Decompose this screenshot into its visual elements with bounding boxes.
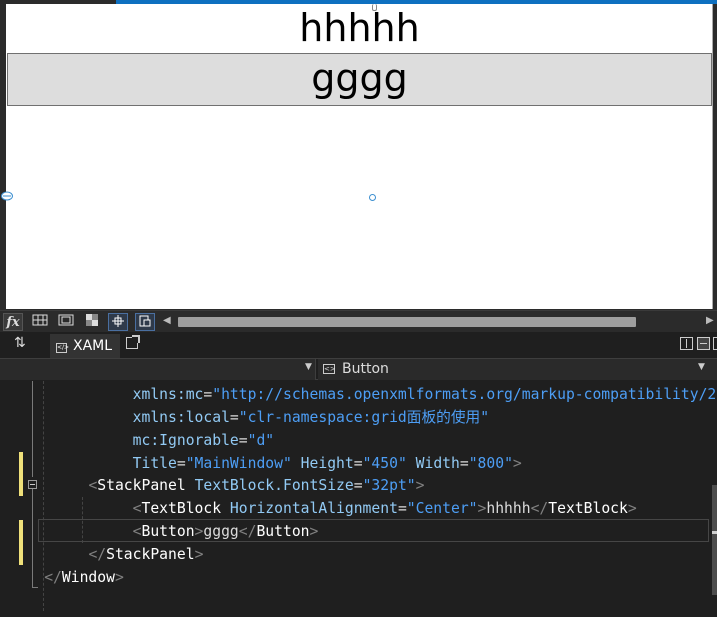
scroll-left-icon[interactable]: ◀ (163, 315, 171, 326)
member-dropdown-value: Button (342, 361, 389, 377)
navigation-bar: ▼ <> Button ▼ (0, 358, 717, 380)
rotate-handle-icon[interactable] (369, 194, 376, 201)
grid-icon[interactable] (30, 313, 50, 331)
code-line[interactable]: Title="MainWindow" Height="450" Width="8… (0, 452, 522, 475)
horizontal-split-icon[interactable] (697, 337, 710, 350)
chevron-down-icon: ▼ (698, 362, 705, 372)
code-line[interactable]: <TextBlock HorizontalAlignment="Center">… (0, 497, 637, 520)
collapse-pane-icon[interactable] (713, 337, 717, 350)
horizontal-scrollbar[interactable] (178, 317, 636, 327)
tab-xaml[interactable]: </> XAML (50, 334, 120, 358)
scroll-position-marker (712, 531, 717, 534)
member-dropdown[interactable]: <> Button (318, 359, 717, 380)
swap-panes-icon[interactable]: ⇅ (14, 335, 26, 351)
code-line[interactable]: xmlns:mc="http://schemas.openxmlformats.… (0, 383, 717, 406)
code-line[interactable]: <StackPanel TextBlock.FontSize="32pt"> (0, 474, 424, 497)
transparency-icon[interactable] (82, 313, 102, 331)
button-preview[interactable]: gggg (7, 53, 712, 106)
xaml-code-editor[interactable]: xmlns:mc="http://schemas.openxmlformats.… (0, 381, 717, 617)
window-canvas[interactable]: hhhhh gggg (6, 4, 713, 309)
popout-icon[interactable] (126, 335, 140, 349)
vertical-split-icon[interactable] (680, 337, 693, 350)
textblock-preview[interactable]: hhhhh (6, 4, 713, 53)
vertical-scrollbar[interactable] (712, 485, 717, 595)
chevron-down-icon: ▼ (305, 362, 312, 372)
artboard-icon[interactable] (56, 313, 76, 331)
adorner-handle-icon[interactable] (0, 191, 14, 201)
snap-to-snaplines-icon[interactable] (135, 313, 155, 331)
code-line[interactable]: xmlns:local="clr-namespace:grid面板的使用" (0, 406, 489, 429)
type-dropdown[interactable]: ▼ (0, 359, 316, 380)
code-line[interactable]: mc:Ignorable="d" (0, 429, 275, 452)
code-line[interactable]: <Button>gggg</Button> (0, 520, 319, 543)
designer-toolbar: fx ◀ ▶ (0, 310, 717, 332)
scroll-right-icon[interactable]: ▶ (706, 315, 714, 326)
snap-to-gridlines-icon[interactable] (108, 313, 128, 331)
fx-button[interactable]: fx (3, 313, 23, 331)
element-icon: <> (323, 364, 336, 374)
tab-xaml-label: XAML (73, 338, 113, 354)
xaml-file-icon: </> (56, 343, 70, 353)
code-line[interactable]: </StackPanel> (0, 543, 203, 566)
design-surface[interactable]: hhhhh gggg (0, 0, 717, 310)
code-line[interactable]: </Window> (0, 566, 124, 589)
editor-tab-strip: ⇅ </> XAML (0, 332, 717, 358)
